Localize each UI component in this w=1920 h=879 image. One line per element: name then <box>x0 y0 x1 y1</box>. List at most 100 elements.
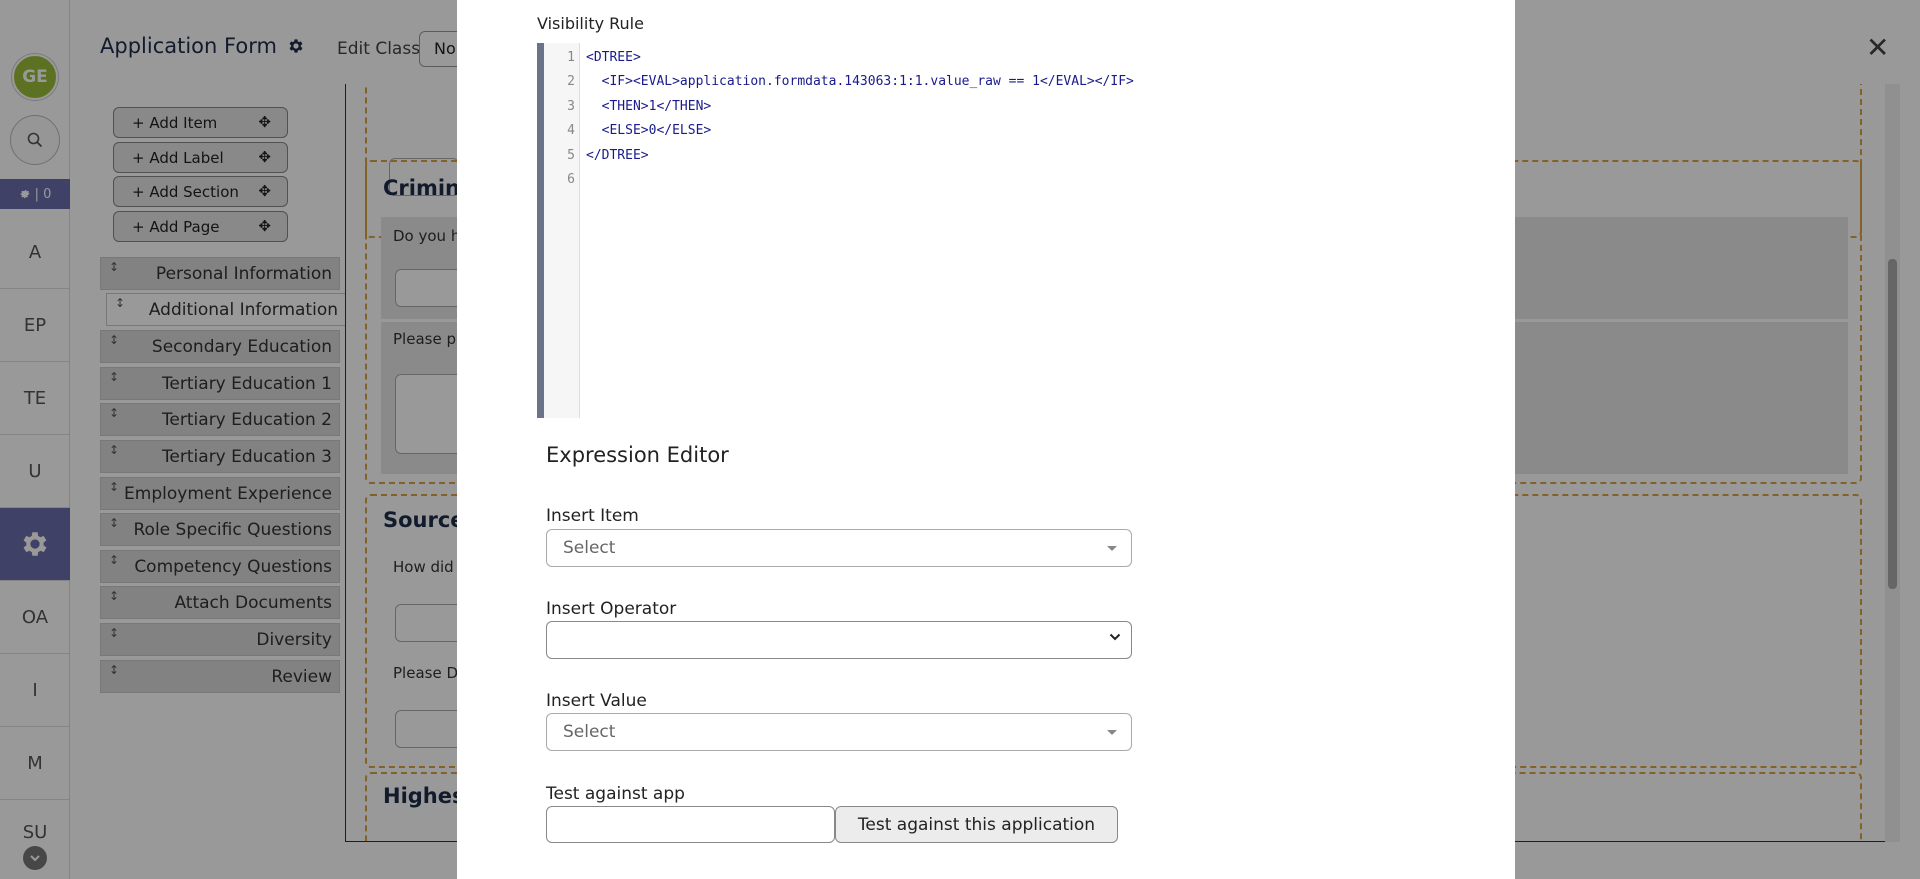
rail-item-u[interactable]: U <box>0 435 70 508</box>
test-against-application-button[interactable]: Test against this application <box>835 806 1118 843</box>
page-item-label: Diversity <box>256 629 332 650</box>
question-text: Please D <box>393 664 458 682</box>
drag-handle-icon[interactable]: ↕ <box>115 296 125 310</box>
line-number: 5 <box>567 148 575 163</box>
code-line: <IF><EVAL>application.formdata.143063:1:… <box>586 74 1134 89</box>
form-scrollbar[interactable] <box>1885 84 1900 842</box>
rail-item-te[interactable]: TE <box>0 362 70 435</box>
left-rail: GE | 0 A EP TE U OA I M SU <box>0 0 70 879</box>
visibility-rule-label: Visibility Rule <box>537 14 644 33</box>
rail-item-oa[interactable]: OA <box>0 581 70 654</box>
page-item-label: Tertiary Education 3 <box>161 446 332 467</box>
rail-item-label: A <box>28 241 42 263</box>
page-item-tertiary-education-2[interactable]: ↕ Tertiary Education 2 <box>100 403 340 436</box>
rail-item-i[interactable]: I <box>0 654 70 727</box>
add-item-label: + Add Item <box>132 113 218 132</box>
page-item-diversity[interactable]: ↕ Diversity <box>100 623 340 656</box>
code-line: <DTREE> <box>586 50 641 65</box>
select-placeholder: Select <box>563 722 616 742</box>
section-title: Source <box>383 508 465 532</box>
drag-handle-icon[interactable]: ↕ <box>109 516 119 530</box>
rail-item-m[interactable]: M <box>0 727 70 800</box>
insert-operator-select[interactable] <box>546 621 1132 659</box>
gear-icon[interactable] <box>287 37 305 55</box>
move-icon[interactable]: ✥ <box>258 148 271 166</box>
drag-handle-icon[interactable]: ↕ <box>109 663 119 677</box>
drag-handle-icon[interactable]: ↕ <box>109 406 119 420</box>
page-item-review[interactable]: ↕ Review <box>100 660 340 693</box>
page-item-role-specific-questions[interactable]: ↕ Role Specific Questions <box>100 513 340 546</box>
page-item-label: Tertiary Education 1 <box>161 373 332 394</box>
drag-handle-icon[interactable]: ↕ <box>109 260 119 274</box>
page-item-attach-documents[interactable]: ↕ Attach Documents <box>100 586 340 619</box>
add-section-label: + Add Section <box>132 182 239 201</box>
page-item-additional-information[interactable]: ↕ Additional Information <box>106 293 346 326</box>
add-label-button[interactable]: + Add Label ✥ <box>113 142 288 173</box>
page-item-personal-information[interactable]: ↕ Personal Information <box>100 257 340 290</box>
page-item-label: Competency Questions <box>134 556 332 577</box>
close-icon[interactable]: ✕ <box>1866 34 1889 62</box>
page-item-label: Tertiary Education 2 <box>161 409 332 430</box>
line-number: 3 <box>567 99 575 114</box>
code-line: <THEN>1</THEN> <box>586 99 712 114</box>
drag-handle-icon[interactable]: ↕ <box>109 480 119 494</box>
add-page-label: + Add Page <box>132 217 220 236</box>
code-line: <ELSE>0</ELSE> <box>586 123 712 138</box>
scrollbar-thumb[interactable] <box>1888 259 1897 589</box>
rail-scroll-down-button[interactable] <box>23 846 47 870</box>
move-icon[interactable]: ✥ <box>258 217 271 235</box>
add-label-label: + Add Label <box>132 148 224 167</box>
page-title: Application Form <box>100 34 305 58</box>
insert-item-label: Insert Item <box>546 506 639 526</box>
add-page-button[interactable]: + Add Page ✥ <box>113 211 288 242</box>
page-item-secondary-education[interactable]: ↕ Secondary Education <box>100 330 340 363</box>
rail-item-label: OA <box>21 606 49 628</box>
insert-item-select[interactable]: Select <box>546 529 1132 567</box>
insert-value-select[interactable]: Select <box>546 713 1132 751</box>
page-item-competency-questions[interactable]: ↕ Competency Questions <box>100 550 340 583</box>
rail-item-label: TE <box>23 387 47 409</box>
test-against-app-label: Test against app <box>546 784 685 804</box>
caret-down-icon <box>1107 730 1117 735</box>
drag-handle-icon[interactable]: ↕ <box>109 553 119 567</box>
rail-item-ep[interactable]: EP <box>0 289 70 362</box>
rail-item-a[interactable]: A <box>0 216 70 289</box>
line-number: 6 <box>567 172 575 187</box>
answer-field[interactable] <box>395 710 465 748</box>
page-item-tertiary-education-1[interactable]: ↕ Tertiary Education 1 <box>100 367 340 400</box>
rail-item-label: I <box>32 679 38 701</box>
rail-search-button[interactable] <box>10 115 60 165</box>
insert-value-label: Insert Value <box>546 691 647 711</box>
page-item-label: Review <box>271 666 332 687</box>
rail-item-label: M <box>27 752 43 774</box>
settings-count-badge[interactable]: | 0 <box>0 179 70 209</box>
answer-select[interactable] <box>395 604 465 642</box>
drag-handle-icon[interactable]: ↕ <box>109 333 119 347</box>
page-item-tertiary-education-3[interactable]: ↕ Tertiary Education 3 <box>100 440 340 473</box>
drag-handle-icon[interactable]: ↕ <box>109 370 119 384</box>
select-placeholder: Select <box>563 538 616 558</box>
add-item-button[interactable]: + Add Item ✥ <box>113 107 288 138</box>
avatar[interactable]: GE <box>12 54 58 100</box>
drag-handle-icon[interactable]: ↕ <box>109 626 119 640</box>
add-section-button[interactable]: + Add Section ✥ <box>113 176 288 207</box>
drag-handle-icon[interactable]: ↕ <box>109 589 119 603</box>
move-icon[interactable]: ✥ <box>258 113 271 131</box>
chevron-down-icon <box>30 855 40 862</box>
test-application-input[interactable] <box>546 806 835 843</box>
expression-editor-title: Expression Editor <box>546 443 729 467</box>
gear-icon <box>23 532 47 556</box>
page-item-employment-experience[interactable]: ↕ Employment Experience <box>100 477 340 510</box>
drag-handle-icon[interactable]: ↕ <box>109 443 119 457</box>
rail-item-settings[interactable] <box>0 508 70 581</box>
chevron-down-icon <box>1109 631 1121 647</box>
page-item-label: Role Specific Questions <box>133 519 333 540</box>
page-item-label: Attach Documents <box>174 592 332 613</box>
rail-item-label: U <box>28 460 42 482</box>
insert-operator-label: Insert Operator <box>546 599 677 619</box>
rail-item-label: SU <box>22 822 48 843</box>
visibility-rule-code-editor[interactable]: 1 2 3 4 5 6 <DTREE> <IF><EVAL>applicatio… <box>537 43 1515 418</box>
move-icon[interactable]: ✥ <box>258 182 271 200</box>
rail-item-label: EP <box>23 314 47 336</box>
line-number: 1 <box>567 50 575 65</box>
